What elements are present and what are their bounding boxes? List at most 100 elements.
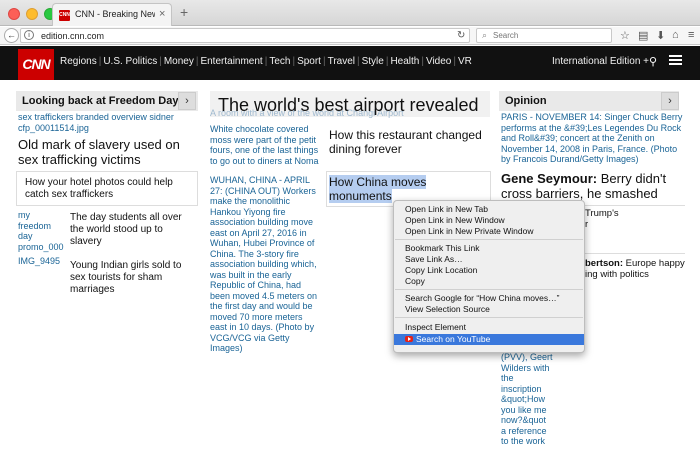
- menu-item-copy[interactable]: Copy: [394, 276, 584, 287]
- nav-item-money[interactable]: Money: [164, 56, 194, 67]
- menu-item-label: Bookmark This Link: [405, 243, 480, 253]
- url-bar[interactable]: edition.cnn.com ↻: [20, 28, 470, 43]
- nav-item-health[interactable]: Health: [390, 56, 419, 67]
- context-menu: Open Link in New Tab Open Link in New Win…: [393, 200, 585, 353]
- section-header-opinion[interactable]: Opinion: [499, 91, 679, 111]
- star-icon[interactable]: ☆: [620, 29, 630, 42]
- story-text: Europe happy: [625, 258, 685, 269]
- close-window-icon[interactable]: [8, 8, 20, 20]
- home-icon[interactable]: ⌂: [672, 29, 679, 41]
- story-link[interactable]: Trump's r: [585, 208, 675, 230]
- chevron-right-icon[interactable]: ›: [178, 92, 196, 110]
- cnn-favicon-icon: CNN: [59, 10, 70, 21]
- story-link[interactable]: The day students all over the world stoo…: [70, 212, 195, 248]
- nav-separator: |: [292, 56, 296, 67]
- menu-item-view-selection-source[interactable]: View Selection Source: [394, 304, 584, 315]
- nav-item-style[interactable]: Style: [362, 56, 384, 67]
- hamburger-menu-icon[interactable]: [669, 55, 682, 66]
- download-icon[interactable]: ⬇: [656, 29, 665, 42]
- nav-item-travel[interactable]: Travel: [328, 56, 355, 67]
- tab-title: CNN - Breaking News, U.S....: [75, 9, 155, 19]
- story-text: ing with politics: [585, 269, 649, 280]
- story-text: Trump's: [585, 208, 619, 219]
- nav-separator: |: [357, 56, 360, 67]
- story-link[interactable]: bertson: Europe happy ing with politics: [585, 258, 685, 280]
- story-text: r: [585, 219, 589, 230]
- story-link[interactable]: How your hotel photos could help catch s…: [25, 177, 185, 201]
- new-tab-button[interactable]: +: [180, 4, 188, 20]
- story-link[interactable]: Young Indian girls sold to sex tourists …: [70, 260, 195, 296]
- nav-separator: |: [264, 56, 268, 67]
- nav-item-sport[interactable]: Sport: [297, 56, 321, 67]
- menu-item-label: Search Google for “How China moves…”: [405, 293, 560, 303]
- nav-item-vr[interactable]: VR: [458, 56, 472, 67]
- navigation-bar: edition.cnn.com ↻ ← i ⌕ ☆ ▤ ⬇ ⌂ ≡: [0, 27, 700, 45]
- nav-separator: |: [453, 56, 456, 67]
- nav-separator: |: [421, 56, 424, 67]
- edition-selector[interactable]: International Edition +: [552, 56, 649, 67]
- menu-icon[interactable]: ≡: [688, 29, 694, 41]
- cnn-header: CNN Regions | U.S. Politics | Money | Entertai…: [0, 46, 700, 80]
- menu-item-copy-link-location[interactable]: Copy Link Location: [394, 265, 584, 276]
- image-alt-text: (PVV), Geert Wilders with the inscriptio…: [501, 352, 553, 446]
- menu-item-label: Copy Link Location: [405, 265, 478, 275]
- story-link-selected[interactable]: How China moves monuments: [329, 175, 479, 203]
- nav-item-regions[interactable]: Regions: [60, 56, 97, 67]
- menu-item-label: Save Link As…: [405, 254, 463, 264]
- menu-item-inspect-element[interactable]: Inspect Element: [394, 322, 584, 333]
- menu-separator: [395, 239, 583, 240]
- youtube-icon: [405, 336, 413, 342]
- reading-list-icon[interactable]: ▤: [638, 29, 648, 42]
- nav-item-u-s-politics[interactable]: U.S. Politics: [103, 56, 157, 67]
- nav-separator: |: [159, 56, 162, 67]
- menu-item-search-google-for-how-china-moves[interactable]: Search Google for “How China moves…”: [394, 293, 584, 304]
- image-alt-text: my freedom day promo_000: [18, 210, 64, 252]
- info-icon[interactable]: i: [24, 30, 34, 40]
- image-alt-text: IMG_9495: [18, 256, 61, 266]
- menu-item-label: Search on YouTube: [416, 334, 491, 344]
- menu-item-save-link-as[interactable]: Save Link As…: [394, 254, 584, 265]
- menu-item-open-link-in-new-window[interactable]: Open Link in New Window: [394, 215, 584, 226]
- browser-window: CNN CNN - Breaking News, U.S.... × + edi…: [0, 0, 700, 459]
- search-bar[interactable]: ⌕: [476, 28, 612, 43]
- menu-item-open-link-in-new-private-window[interactable]: Open Link in New Private Window: [394, 226, 584, 237]
- browser-tab[interactable]: CNN CNN - Breaking News, U.S.... ×: [52, 3, 172, 26]
- nav-item-entertainment[interactable]: Entertainment: [200, 56, 262, 67]
- story-link[interactable]: How this restaurant changed dining forev…: [329, 128, 494, 156]
- menu-separator: [395, 317, 583, 318]
- nav-item-tech[interactable]: Tech: [269, 56, 290, 67]
- hero-title[interactable]: The world's best airport revealed: [218, 95, 494, 116]
- menu-item-search-on-youtube[interactable]: Search on YouTube: [394, 334, 584, 345]
- menu-item-open-link-in-new-tab[interactable]: Open Link in New Tab: [394, 204, 584, 215]
- back-icon[interactable]: ←: [4, 28, 19, 43]
- menu-item-label: Open Link in New Private Window: [405, 226, 534, 236]
- chevron-right-icon[interactable]: ›: [661, 92, 679, 110]
- search-icon[interactable]: ⚲: [649, 55, 657, 68]
- selected-text[interactable]: How China moves monuments: [329, 175, 427, 203]
- image-caption: WUHAN, CHINA - APRIL 27: (CHINA OUT) Wor…: [210, 175, 318, 353]
- nav-separator: |: [98, 56, 102, 67]
- search-input[interactable]: [493, 30, 603, 41]
- menu-item-label: Open Link in New Window: [405, 215, 505, 225]
- cnn-nav: Regions | U.S. Politics | Money | Entertainmen…: [60, 56, 472, 67]
- tab-close-icon[interactable]: ×: [159, 8, 165, 20]
- minimize-window-icon[interactable]: [26, 8, 38, 20]
- reload-icon[interactable]: ↻: [457, 30, 465, 41]
- menu-item-label: Copy: [405, 276, 425, 286]
- cnn-logo[interactable]: CNN: [18, 49, 54, 80]
- author-name: Gene Seymour:: [501, 171, 598, 186]
- nav-separator: |: [195, 56, 199, 67]
- menu-item-bookmark-this-link[interactable]: Bookmark This Link: [394, 243, 584, 254]
- menu-item-label: View Selection Source: [405, 304, 490, 314]
- menu-item-label: Open Link in New Tab: [405, 204, 489, 214]
- image-caption: PARIS - NOVEMBER 14: Singer Chuck Berry …: [501, 112, 683, 164]
- image-caption: sex traffickers branded overview sidner …: [18, 112, 174, 133]
- nav-separator: |: [385, 56, 389, 67]
- nav-item-video[interactable]: Video: [426, 56, 451, 67]
- author-name: bertson:: [585, 258, 623, 269]
- search-icon: ⌕: [482, 30, 488, 40]
- section-header-freedom-day[interactable]: Looking back at Freedom Day: [16, 91, 198, 111]
- headline-link[interactable]: Old mark of slavery used on sex traffick…: [18, 137, 198, 167]
- url-text[interactable]: edition.cnn.com: [41, 31, 104, 41]
- menu-item-label: Inspect Element: [405, 322, 466, 332]
